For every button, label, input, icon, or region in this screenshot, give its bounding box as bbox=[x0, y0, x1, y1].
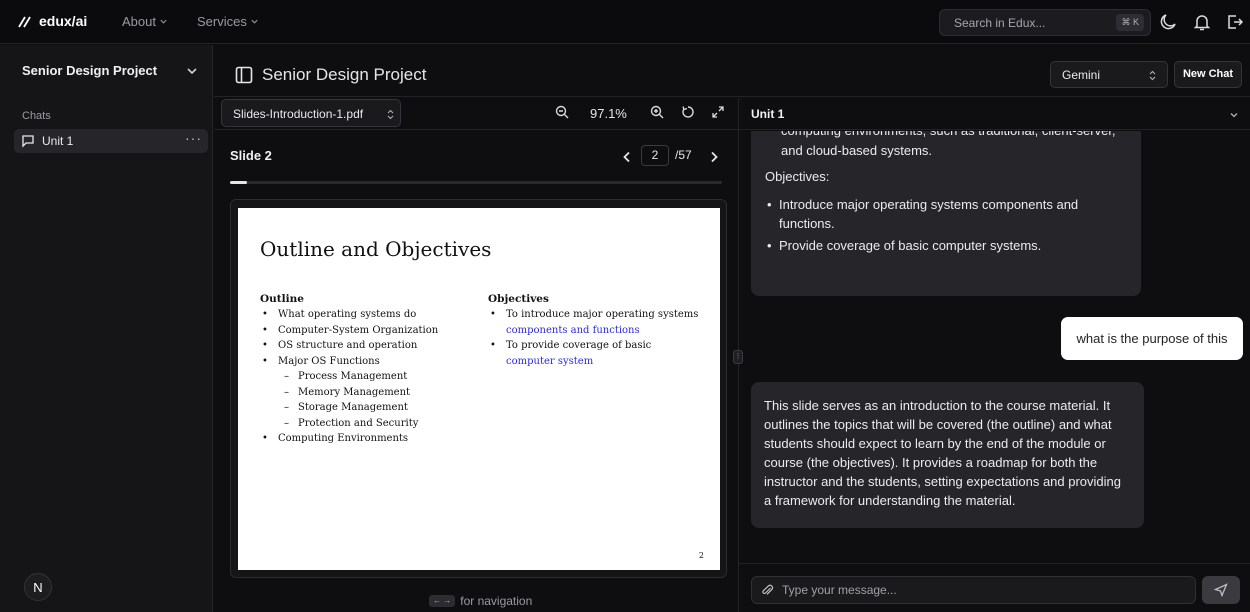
select-arrows-icon bbox=[387, 109, 394, 120]
assistant-message: computing environments, such as traditio… bbox=[751, 131, 1141, 296]
pdf-file-select[interactable]: Slides-Introduction-1.pdf bbox=[221, 99, 401, 127]
nav-services-label: Services bbox=[197, 14, 247, 29]
pdf-toolbar: Slides-Introduction-1.pdf 97.1% bbox=[214, 98, 738, 130]
chevron-down-icon bbox=[251, 19, 258, 24]
page-title: Senior Design Project bbox=[262, 65, 427, 84]
assistant-message: This slide serves as an introduction to … bbox=[751, 382, 1144, 528]
outline-item: What operating systems do bbox=[260, 307, 438, 323]
message-text: computing environments, such as traditio… bbox=[781, 131, 1141, 140]
send-button[interactable] bbox=[1202, 576, 1240, 604]
more-options-icon[interactable]: ··· bbox=[185, 130, 202, 146]
chats-section-label: Chats bbox=[22, 110, 51, 122]
outline-subitem: Protection and Security bbox=[260, 416, 438, 432]
logout-icon[interactable] bbox=[1225, 12, 1245, 32]
slide-page-number: 2 bbox=[698, 551, 704, 560]
message-heading: Objectives: bbox=[765, 169, 830, 184]
message-list-item: Introduce major operating systems compon… bbox=[765, 195, 1095, 233]
chat-messages: computing environments, such as traditio… bbox=[739, 131, 1250, 563]
navigation-hint-text: for navigation bbox=[460, 594, 533, 608]
nav-services[interactable]: Services bbox=[197, 14, 259, 29]
page-total: /57 bbox=[675, 148, 692, 162]
sidebar-chat-unit-1[interactable]: Unit 1 ··· bbox=[14, 129, 208, 153]
arrow-keys-badge: ← → bbox=[429, 595, 456, 607]
search-input[interactable] bbox=[940, 10, 1090, 35]
attachment-icon[interactable] bbox=[761, 584, 774, 597]
logo[interactable]: edux/ai bbox=[18, 13, 87, 29]
slide-page: Outline and Objectives Outline What oper… bbox=[238, 208, 720, 570]
message-input-box[interactable] bbox=[751, 576, 1196, 604]
objective-text: To provide coverage of basic bbox=[506, 340, 652, 351]
model-select[interactable]: Gemini bbox=[1050, 61, 1168, 88]
chevron-left-icon[interactable] bbox=[622, 151, 632, 163]
outline-column: Outline What operating systems do Comput… bbox=[260, 293, 438, 447]
message-input[interactable] bbox=[782, 577, 1192, 603]
zoom-level: 97.1% bbox=[590, 106, 627, 121]
sidebar: Senior Design Project Chats Unit 1 ··· N bbox=[0, 45, 213, 612]
main-header: Senior Design Project Gemini New Chat bbox=[214, 45, 1250, 97]
nav-about[interactable]: About bbox=[122, 14, 168, 29]
objective-item: To introduce major operating systems comp… bbox=[488, 307, 698, 338]
navigation-hint: ← → for navigation bbox=[429, 594, 532, 608]
zoom-in-icon[interactable] bbox=[645, 100, 669, 124]
objective-item: To provide coverage of basic computer sys… bbox=[488, 338, 698, 369]
select-arrows-icon bbox=[1149, 70, 1156, 81]
fullscreen-icon[interactable] bbox=[706, 100, 730, 124]
message-text: and cloud-based systems. bbox=[781, 143, 933, 158]
logo-text: edux/ai bbox=[39, 13, 88, 29]
search-box[interactable]: ⌘ K bbox=[939, 9, 1151, 36]
rotate-icon[interactable] bbox=[676, 100, 700, 124]
message-composer bbox=[739, 563, 1250, 612]
new-chat-button[interactable]: New Chat bbox=[1174, 61, 1242, 88]
slide-label: Slide 2 bbox=[230, 148, 272, 163]
top-navigation-bar: edux/ai About Services ⌘ K bbox=[0, 0, 1250, 44]
zoom-out-icon[interactable] bbox=[550, 100, 574, 124]
nav-about-label: About bbox=[122, 14, 156, 29]
chevron-down-icon[interactable] bbox=[1229, 110, 1239, 120]
slide-title: Outline and Objectives bbox=[260, 237, 492, 261]
objectives-heading: Objectives bbox=[488, 293, 549, 305]
avatar[interactable]: N bbox=[24, 573, 52, 601]
message-list-item: Provide coverage of basic computer syste… bbox=[765, 236, 1095, 255]
project-selector[interactable]: Senior Design Project bbox=[22, 63, 157, 78]
outline-heading: Outline bbox=[260, 293, 304, 305]
outline-item: Major OS Functions bbox=[260, 354, 438, 370]
send-icon bbox=[1214, 583, 1228, 597]
sidebar-toggle-icon[interactable] bbox=[235, 66, 253, 84]
model-select-value: Gemini bbox=[1062, 68, 1101, 82]
objective-highlight: computer system bbox=[506, 355, 594, 367]
logo-slash-icon bbox=[18, 16, 31, 28]
chat-item-label: Unit 1 bbox=[42, 134, 74, 148]
bell-icon[interactable] bbox=[1192, 12, 1212, 32]
outline-subitem: Process Management bbox=[260, 369, 438, 385]
objective-highlight: components and functions bbox=[506, 324, 640, 336]
user-message: what is the purpose of this bbox=[1061, 317, 1243, 360]
slide-frame: Outline and Objectives Outline What oper… bbox=[230, 199, 727, 578]
outline-subitem: Storage Management bbox=[260, 400, 438, 416]
slide-progress-fill bbox=[230, 181, 248, 184]
chevron-down-icon bbox=[160, 19, 167, 24]
slide-progress-bar bbox=[230, 181, 722, 184]
objectives-column: Objectives To introduce major operating … bbox=[488, 293, 698, 369]
outline-subitem: Memory Management bbox=[260, 385, 438, 401]
pdf-viewer: Slide 2 2 /57 Outline and Objectives Out… bbox=[214, 131, 738, 612]
search-shortcut-badge: ⌘ K bbox=[1116, 14, 1144, 31]
outline-item: OS structure and operation bbox=[260, 338, 438, 354]
chevron-down-icon[interactable] bbox=[186, 65, 198, 77]
outline-item: Computing Environments bbox=[260, 431, 438, 447]
chat-header: Unit 1 bbox=[739, 98, 1250, 130]
pdf-file-name: Slides-Introduction-1.pdf bbox=[233, 107, 364, 121]
theme-toggle-icon[interactable] bbox=[1158, 12, 1178, 32]
chevron-right-icon[interactable] bbox=[709, 151, 719, 163]
outline-item: Computer-System Organization bbox=[260, 323, 438, 339]
chat-title: Unit 1 bbox=[751, 107, 785, 121]
chat-bubble-icon bbox=[22, 135, 34, 148]
page-number-input[interactable]: 2 bbox=[641, 145, 669, 166]
objective-text: To introduce major operating systems bbox=[506, 309, 699, 320]
